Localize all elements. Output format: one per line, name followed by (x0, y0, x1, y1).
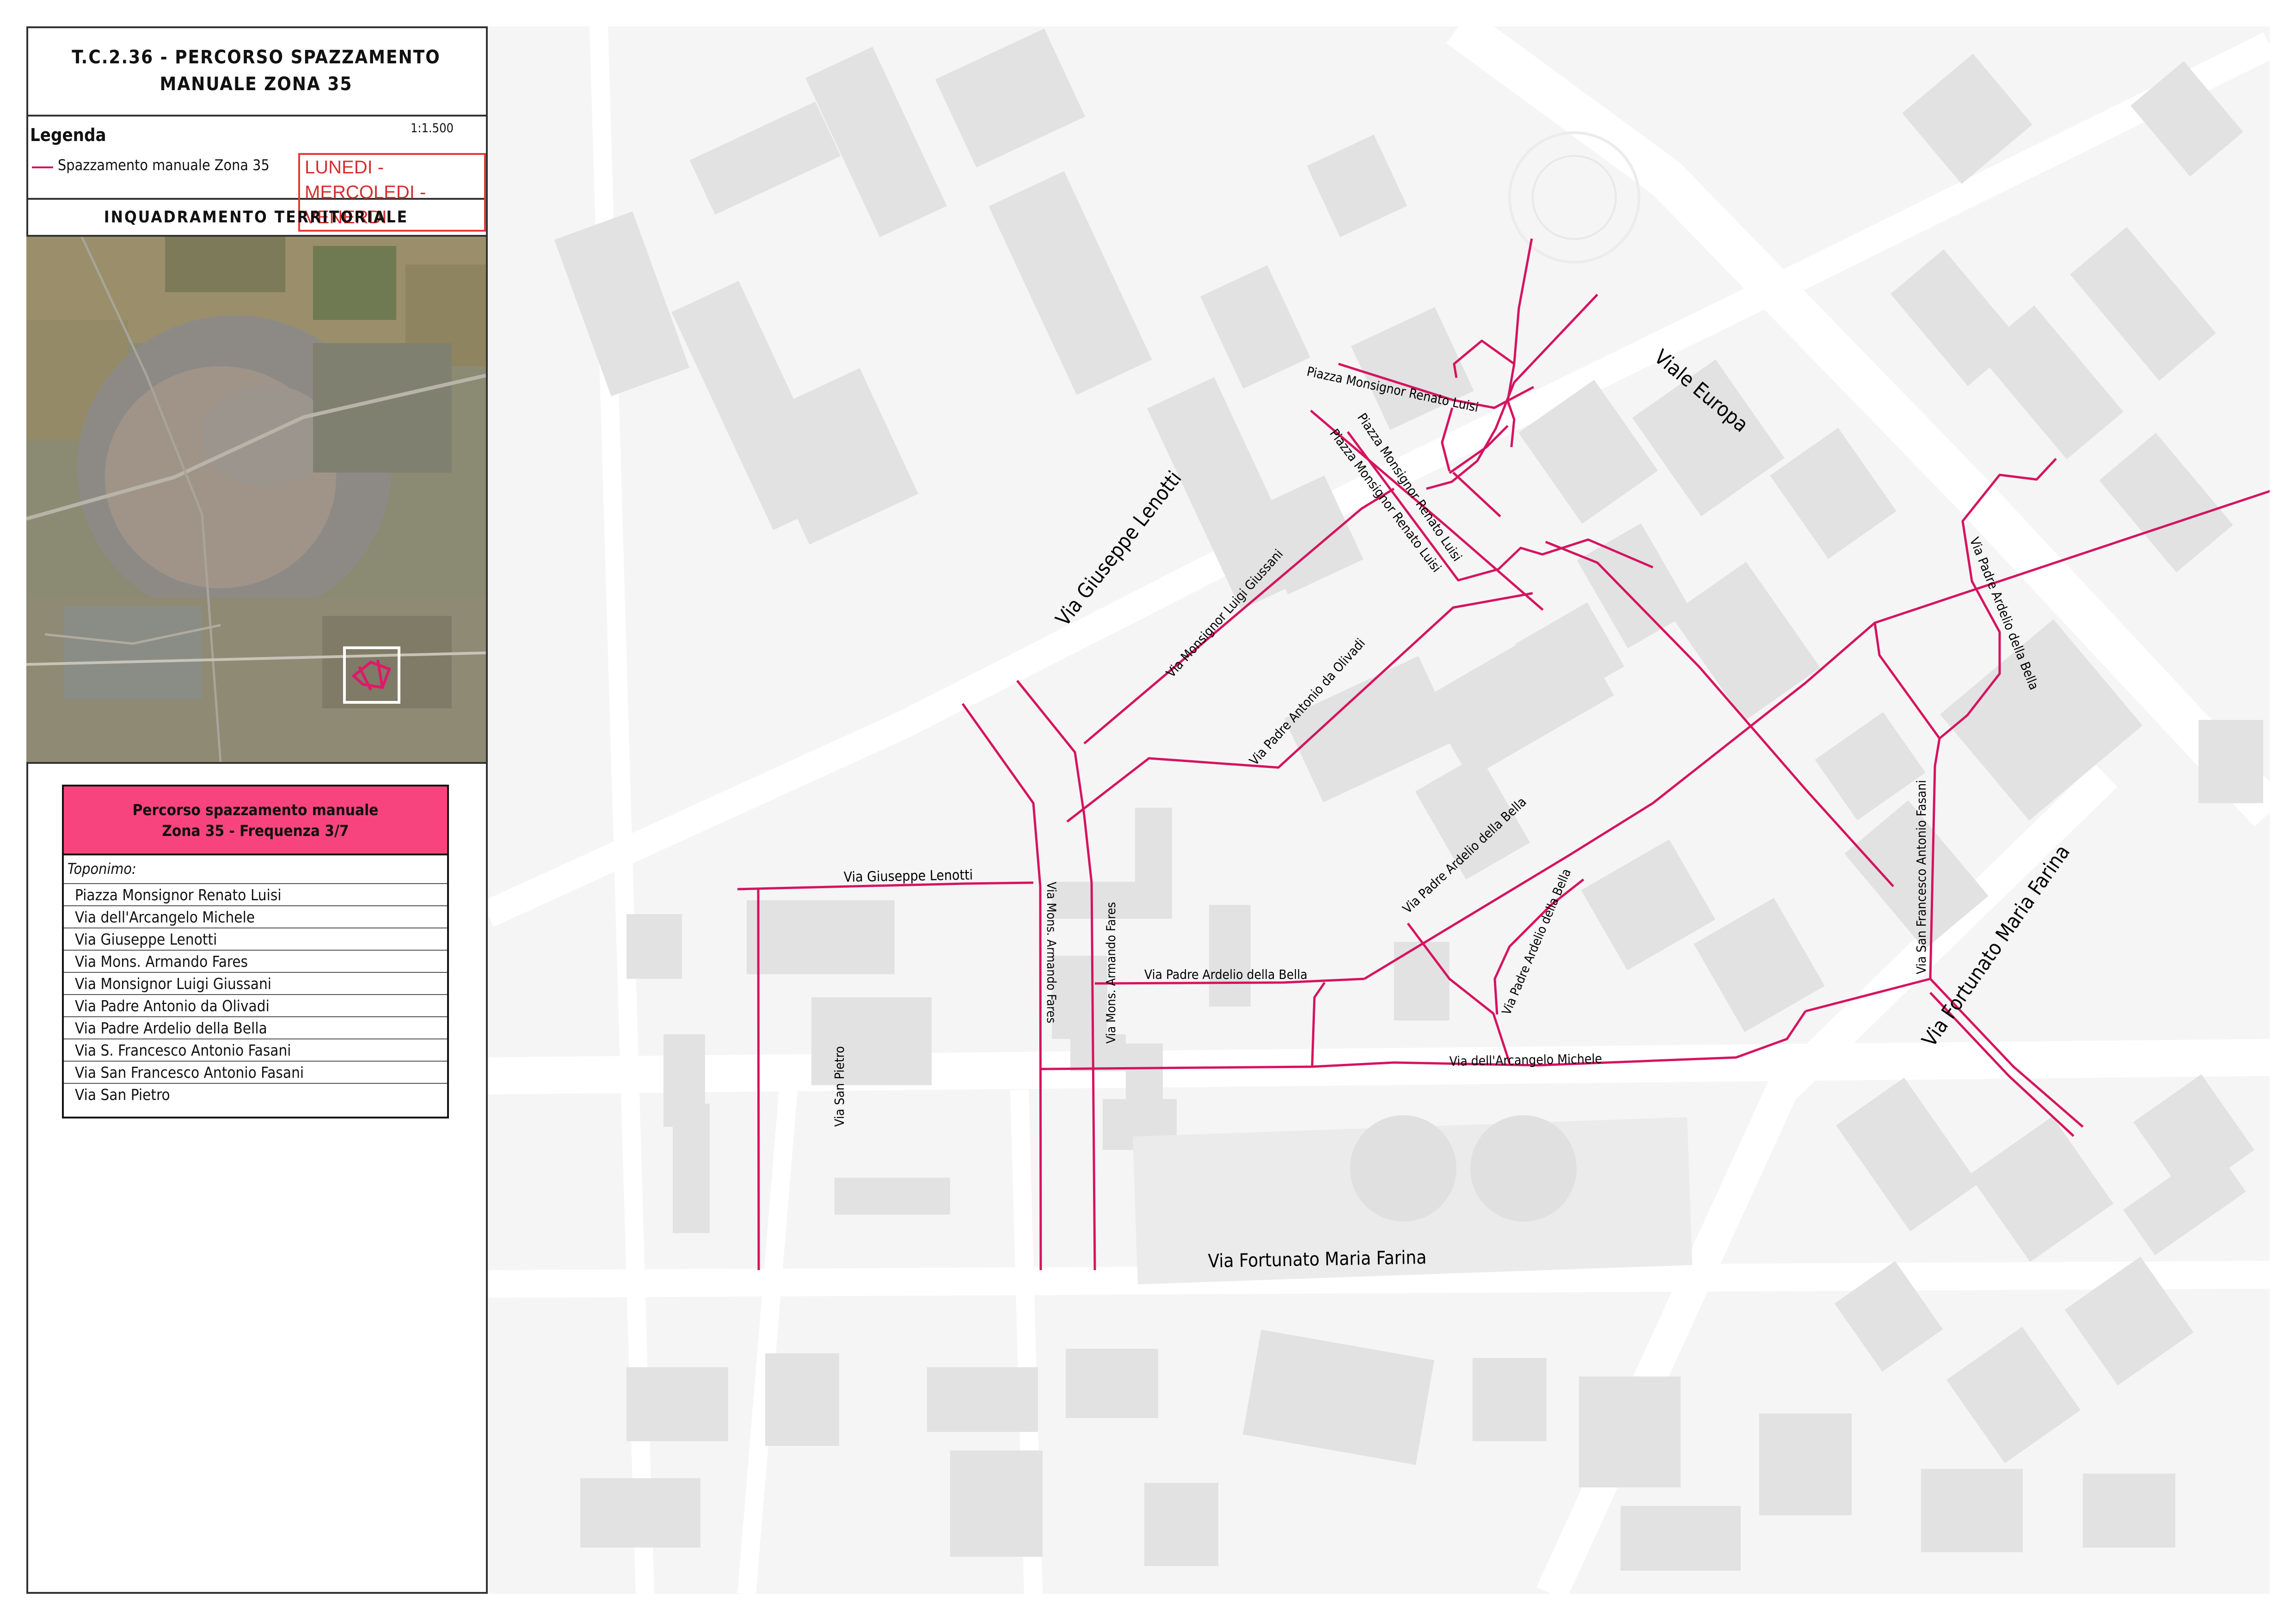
table-row: Piazza Monsignor Renato Luisi (64, 883, 447, 905)
toponym-table: Percorso spazzamento manuale Zona 35 - F… (62, 785, 449, 1118)
title-line-1: T.C.2.36 - PERCORSO SPAZZAMENTO (72, 46, 441, 68)
table-header-line-2: Zona 35 - Frequenza 3/7 (162, 821, 349, 840)
label-fares-1: Via Mons. Armando Fares (1044, 882, 1058, 1023)
label-fasani: Via San Francesco Antonio Fasani (1914, 780, 1929, 974)
map-title: T.C.2.36 - PERCORSO SPAZZAMENTO MANUALE Z… (72, 44, 441, 98)
inquadramento-title: INQUADRAMENTO TERRITORIALE (104, 208, 409, 227)
legend: Legenda 1:1.500 Spazzamento manuale Zona… (26, 117, 486, 232)
table-label: Toponimo: (68, 860, 136, 878)
inquadramento-header: INQUADRAMENTO TERRITORIALE (26, 200, 486, 237)
title-block: T.C.2.36 - PERCORSO SPAZZAMENTO MANUALE Z… (26, 26, 486, 117)
label-farina-bottom: Via Fortunato Maria Farina (1208, 1247, 1426, 1272)
table-row: Via Padre Ardelio della Bella (64, 1016, 447, 1038)
label-san-pietro: Via San Pietro (832, 1046, 847, 1127)
table-row: Via San Pietro (64, 1083, 447, 1105)
table-row: Via S. Francesco Antonio Fasani (64, 1038, 447, 1061)
aerial-image (26, 237, 486, 762)
legend-title: Legenda (30, 125, 106, 145)
main-map[interactable]: Viale Europa Via Giuseppe Lenotti Via Gi… (488, 26, 2270, 1594)
sidebar: T.C.2.36 - PERCORSO SPAZZAMENTO MANUALE Z… (26, 26, 488, 1594)
table-row: Via Padre Antonio da Olivadi (64, 994, 447, 1016)
label-bella-horiz: Via Padre Ardelio della Bella (1144, 967, 1308, 982)
label-fares-2: Via Mons. Armando Fares (1104, 902, 1118, 1044)
overview-aerial-map (26, 237, 486, 764)
route-line-swatch (32, 166, 53, 168)
table-row: Via Giuseppe Lenotti (64, 928, 447, 950)
title-line-2: MANUALE ZONA 35 (160, 73, 353, 95)
legend-item-label: Spazzamento manuale Zona 35 (58, 156, 270, 174)
label-lenotti-route: Via Giuseppe Lenotti (844, 867, 973, 885)
table-header-line-1: Percorso spazzamento manuale (132, 800, 379, 819)
table-row: Via dell'Arcangelo Michele (64, 905, 447, 928)
map-canvas: Viale Europa Via Giuseppe Lenotti Via Gi… (488, 26, 2270, 1594)
label-arcangelo: Via dell'Arcangelo Michele (1449, 1051, 1602, 1069)
table-header: Percorso spazzamento manuale Zona 35 - F… (64, 786, 447, 855)
table-row: Via Monsignor Luigi Giussani (64, 972, 447, 994)
scale-label: 1:1.500 (410, 121, 454, 135)
table-row: Via Mons. Armando Fares (64, 950, 447, 972)
table-row: Via San Francesco Antonio Fasani (64, 1061, 447, 1083)
